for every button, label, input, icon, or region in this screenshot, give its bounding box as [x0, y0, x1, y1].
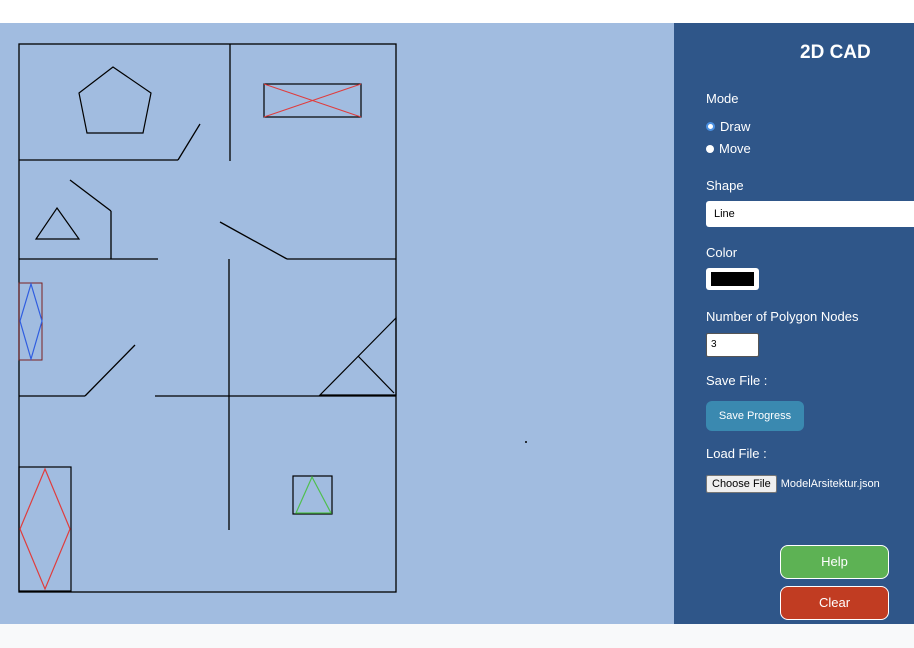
- page-footer-strip: [0, 624, 914, 648]
- mode-draw-label: Draw: [720, 119, 751, 134]
- red-diamond-shape[interactable]: [18, 466, 72, 592]
- wall-line: [219, 221, 288, 260]
- save-progress-button[interactable]: Save Progress: [706, 401, 804, 431]
- save-file-label: Save File :: [706, 373, 768, 388]
- help-button[interactable]: Help: [780, 545, 889, 579]
- blue-diamond-shape[interactable]: [18, 281, 43, 362]
- stray-point: [525, 441, 527, 443]
- green-triangle-shape[interactable]: [292, 475, 333, 515]
- outer-wall: [18, 43, 397, 593]
- mode-draw-radio[interactable]: Draw: [706, 119, 750, 134]
- wall-line: [69, 179, 112, 212]
- radio-checked-icon[interactable]: [706, 122, 715, 131]
- app-title: 2D CAD: [800, 42, 871, 63]
- crossed-rectangle-shape[interactable]: [263, 83, 362, 118]
- corner-triangle-shape[interactable]: [318, 316, 397, 396]
- selected-filename: ModelArsitektur.json: [780, 478, 880, 490]
- pentagon-shape[interactable]: [78, 66, 152, 134]
- clear-button[interactable]: Clear: [780, 586, 889, 620]
- triangle-shape[interactable]: [34, 206, 81, 240]
- file-input[interactable]: Choose File ModelArsitektur.json: [706, 475, 880, 493]
- polygon-nodes-input[interactable]: 3: [706, 333, 759, 357]
- color-label: Color: [706, 245, 738, 260]
- drawing-canvas[interactable]: [0, 23, 674, 624]
- mode-label: Mode: [706, 91, 739, 106]
- radio-unchecked-icon[interactable]: [706, 144, 714, 153]
- load-file-label: Load File :: [706, 446, 767, 461]
- color-picker[interactable]: [706, 268, 759, 290]
- color-swatch-fill: [711, 272, 754, 286]
- floor-plan-walls: [18, 43, 397, 593]
- polygon-nodes-label: Number of Polygon Nodes: [706, 309, 859, 324]
- shape-select[interactable]: Line: [706, 201, 914, 227]
- choose-file-button[interactable]: Choose File: [706, 475, 777, 493]
- mode-move-label: Move: [719, 141, 751, 156]
- wall-line: [84, 344, 136, 397]
- control-panel: 2D CAD Mode Draw Move Shape Line Color N…: [674, 23, 914, 624]
- mode-move-radio[interactable]: Move: [706, 141, 751, 156]
- browser-top-strip: [0, 0, 914, 23]
- canvas-svg[interactable]: [0, 23, 674, 624]
- shape-label: Shape: [706, 178, 744, 193]
- wall-line: [177, 123, 201, 161]
